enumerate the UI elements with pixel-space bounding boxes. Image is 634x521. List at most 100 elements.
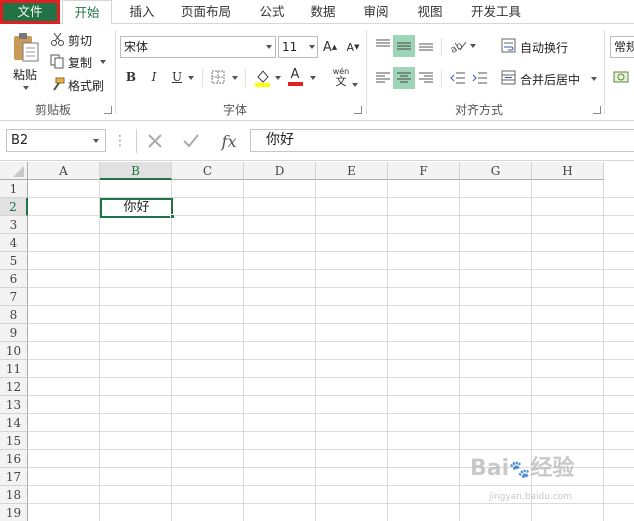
shrink-font-button[interactable]: A ▼ bbox=[346, 37, 360, 57]
tab-data[interactable]: 数据 bbox=[303, 0, 343, 24]
phonetic-guide-icon[interactable]: wén 文 bbox=[330, 65, 352, 89]
grow-font-button[interactable]: A ▲ bbox=[323, 37, 337, 57]
clipboard-launcher-icon[interactable] bbox=[104, 106, 112, 114]
row-header-15[interactable]: 15 bbox=[0, 432, 28, 450]
alignment-launcher-icon[interactable] bbox=[593, 106, 601, 114]
row-header-8[interactable]: 8 bbox=[0, 306, 28, 324]
row-header-5[interactable]: 5 bbox=[0, 252, 28, 270]
column-header-g[interactable]: G bbox=[460, 162, 532, 180]
paste-button[interactable]: 粘贴 bbox=[13, 66, 37, 83]
gridline-vertical bbox=[243, 180, 244, 521]
name-box-dropdown-icon[interactable] bbox=[93, 139, 99, 143]
select-all-button[interactable] bbox=[0, 162, 28, 180]
orientation-dropdown-icon[interactable] bbox=[470, 44, 476, 48]
merge-dropdown-icon[interactable] bbox=[591, 77, 597, 81]
column-header-a[interactable]: A bbox=[28, 162, 100, 180]
phonetic-dropdown-icon[interactable] bbox=[352, 83, 358, 87]
italic-button[interactable]: I bbox=[147, 68, 161, 86]
align-right-icon[interactable] bbox=[416, 68, 436, 88]
tab-page-layout[interactable]: 页面布局 bbox=[174, 0, 238, 24]
align-center-icon[interactable] bbox=[393, 67, 415, 89]
align-middle-icon[interactable] bbox=[393, 35, 415, 57]
row-header-2[interactable]: 2 bbox=[0, 198, 28, 216]
font-size-value: 11 bbox=[282, 40, 298, 54]
row-header-6[interactable]: 6 bbox=[0, 270, 28, 288]
gridline-horizontal bbox=[28, 341, 634, 342]
tab-home[interactable]: 开始 bbox=[62, 0, 112, 25]
currency-format-icon[interactable] bbox=[612, 68, 630, 86]
inline-separator bbox=[441, 69, 442, 87]
underline-dropdown-icon[interactable] bbox=[188, 76, 194, 80]
insert-function-button[interactable]: fx bbox=[215, 129, 243, 153]
font-color-icon[interactable]: A bbox=[287, 67, 303, 87]
underline-button[interactable]: U bbox=[170, 68, 184, 86]
row-header-4[interactable]: 4 bbox=[0, 234, 28, 252]
row-header-17[interactable]: 17 bbox=[0, 468, 28, 486]
gridline-vertical bbox=[387, 180, 388, 521]
bold-button[interactable]: B bbox=[124, 68, 138, 86]
decrease-indent-icon[interactable] bbox=[448, 68, 468, 88]
font-launcher-icon[interactable] bbox=[354, 106, 362, 114]
row-header-7[interactable]: 7 bbox=[0, 288, 28, 306]
cut-button[interactable]: 剪切 bbox=[68, 32, 92, 49]
enter-icon[interactable] bbox=[179, 130, 203, 152]
row-header-14[interactable]: 14 bbox=[0, 414, 28, 432]
cancel-icon[interactable] bbox=[143, 130, 167, 152]
align-top-icon[interactable] bbox=[373, 35, 393, 55]
font-name-dropdown-icon[interactable] bbox=[266, 45, 272, 49]
group-separator bbox=[604, 30, 605, 114]
inline-separator bbox=[441, 38, 442, 56]
tab-developer[interactable]: 开发工具 bbox=[464, 0, 528, 24]
row-header-3[interactable]: 3 bbox=[0, 216, 28, 234]
copy-dropdown-icon[interactable] bbox=[100, 60, 106, 64]
borders-dropdown-icon[interactable] bbox=[232, 76, 238, 80]
baidu-watermark: Bai🐾经验 bbox=[470, 456, 575, 481]
column-header-e[interactable]: E bbox=[316, 162, 388, 180]
format-painter-icon bbox=[49, 76, 65, 92]
wrap-text-button[interactable]: 自动换行 bbox=[520, 39, 568, 56]
row-header-12[interactable]: 12 bbox=[0, 378, 28, 396]
cell-b2[interactable]: 你好 bbox=[100, 198, 173, 218]
gridline-horizontal bbox=[28, 305, 634, 306]
column-header-b[interactable]: B bbox=[100, 162, 172, 180]
column-header-d[interactable]: D bbox=[244, 162, 316, 180]
formula-input[interactable]: 你好 bbox=[250, 129, 634, 152]
orientation-icon[interactable]: ab bbox=[448, 35, 468, 55]
row-header-1[interactable]: 1 bbox=[0, 180, 28, 198]
increase-indent-icon[interactable] bbox=[470, 68, 490, 88]
fill-handle[interactable] bbox=[170, 214, 175, 219]
tab-formulas[interactable]: 公式 bbox=[252, 0, 292, 24]
row-header-16[interactable]: 16 bbox=[0, 450, 28, 468]
row-header-9[interactable]: 9 bbox=[0, 324, 28, 342]
row-header-11[interactable]: 11 bbox=[0, 360, 28, 378]
row-header-18[interactable]: 18 bbox=[0, 486, 28, 504]
name-box[interactable]: B2 bbox=[6, 129, 106, 152]
font-color-dropdown-icon[interactable] bbox=[310, 76, 316, 80]
column-header-c[interactable]: C bbox=[172, 162, 244, 180]
borders-icon[interactable] bbox=[210, 68, 226, 86]
paste-icon[interactable] bbox=[10, 30, 42, 64]
row-header-19[interactable]: 19 bbox=[0, 504, 28, 521]
tab-review[interactable]: 审阅 bbox=[356, 0, 396, 24]
number-format-select[interactable]: 常规 bbox=[610, 36, 634, 58]
font-name-select[interactable]: 宋体 bbox=[120, 36, 276, 58]
formula-bar-grip-icon: ⋮ bbox=[113, 133, 127, 149]
tab-view[interactable]: 视图 bbox=[410, 0, 450, 24]
font-group-label: 字体 bbox=[222, 103, 247, 117]
fill-color-dropdown-icon[interactable] bbox=[275, 76, 281, 80]
row-header-10[interactable]: 10 bbox=[0, 342, 28, 360]
font-size-dropdown-icon[interactable] bbox=[309, 45, 315, 49]
row-header-13[interactable]: 13 bbox=[0, 396, 28, 414]
gridline-horizontal bbox=[28, 431, 634, 432]
paste-dropdown-icon[interactable] bbox=[23, 86, 29, 90]
format-painter-button[interactable]: 格式刷 bbox=[68, 77, 104, 94]
tab-file[interactable]: 文件 bbox=[0, 0, 60, 24]
column-header-h[interactable]: H bbox=[532, 162, 604, 180]
fill-color-icon[interactable] bbox=[253, 68, 271, 88]
copy-button[interactable]: 复制 bbox=[68, 54, 92, 71]
column-header-f[interactable]: F bbox=[388, 162, 460, 180]
align-left-icon[interactable] bbox=[373, 68, 393, 88]
merge-center-button[interactable]: 合并后居中 bbox=[520, 71, 580, 88]
tab-insert[interactable]: 插入 bbox=[122, 0, 162, 24]
align-bottom-icon[interactable] bbox=[416, 35, 436, 55]
